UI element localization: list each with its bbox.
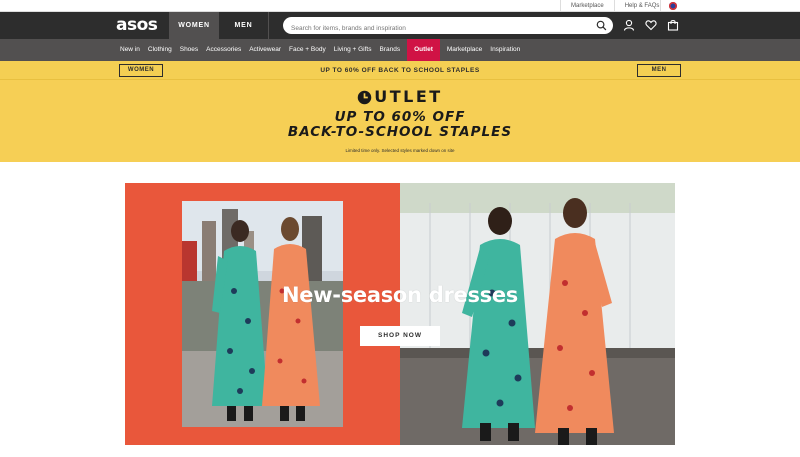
hero-title: New-season dresses xyxy=(281,283,518,307)
promo-women-button[interactable]: WOMEN xyxy=(119,64,163,77)
country-selector[interactable] xyxy=(660,0,684,12)
outlet-note: Limited time only. Selected styles marke… xyxy=(345,148,455,153)
hero-photo-left xyxy=(182,201,343,427)
search-bar xyxy=(283,17,613,37)
outlet-headline-line1: UP TO 60% OFF xyxy=(334,109,466,125)
outlet-banner[interactable]: UTLET UP TO 60% OFF BACK-TO-SCHOOL STAPL… xyxy=(0,80,800,162)
tab-women[interactable]: WOMEN xyxy=(169,12,219,39)
heart-icon[interactable] xyxy=(645,19,657,31)
search-input[interactable] xyxy=(291,20,591,37)
outlet-logo: UTLET xyxy=(0,89,800,105)
nav-item-living-gifts[interactable]: Living + Gifts xyxy=(330,39,376,61)
outlet-headline-line2: BACK-TO-SCHOOL STAPLES xyxy=(287,124,513,140)
nav-item-shoes[interactable]: Shoes xyxy=(176,39,202,61)
outlet-word: UTLET xyxy=(374,87,443,106)
outlet-headline: UP TO 60% OFF BACK-TO-SCHOOL STAPLES xyxy=(0,110,800,140)
nav-item-marketplace[interactable]: Marketplace xyxy=(443,39,486,61)
hero-photo-right xyxy=(400,183,675,445)
nav-item-clothing[interactable]: Clothing xyxy=(144,39,176,61)
search-icon[interactable] xyxy=(596,20,607,31)
tab-men[interactable]: MEN xyxy=(219,12,269,39)
utility-bar: Marketplace Help & FAQs xyxy=(0,0,800,12)
nav-item-inspiration[interactable]: Inspiration xyxy=(486,39,524,61)
asos-logo[interactable]: asos xyxy=(116,15,158,35)
account-icon[interactable] xyxy=(623,19,635,31)
nav-item-brands[interactable]: Brands xyxy=(375,39,404,61)
nav-item-activewear[interactable]: Activewear xyxy=(245,39,285,61)
uk-flag-icon xyxy=(669,2,677,10)
clock-icon xyxy=(358,90,372,104)
marketplace-link[interactable]: Marketplace xyxy=(560,0,614,12)
promo-men-button[interactable]: MEN xyxy=(637,64,681,77)
main-header: asos WOMEN MEN xyxy=(0,12,800,39)
bag-icon[interactable] xyxy=(667,19,679,31)
promo-strip: UP TO 60% OFF BACK TO SCHOOL STAPLES WOM… xyxy=(0,61,800,80)
nav-item-face-body[interactable]: Face + Body xyxy=(285,39,330,61)
nav-item-new-in[interactable]: New in xyxy=(116,39,144,61)
category-nav: New in Clothing Shoes Accessories Active… xyxy=(0,39,800,61)
hero-banner[interactable]: New-season dresses SHOP NOW xyxy=(125,183,675,445)
shop-now-button[interactable]: SHOP NOW xyxy=(360,326,440,346)
nav-item-accessories[interactable]: Accessories xyxy=(202,39,245,61)
nav-item-outlet[interactable]: Outlet xyxy=(407,39,440,61)
